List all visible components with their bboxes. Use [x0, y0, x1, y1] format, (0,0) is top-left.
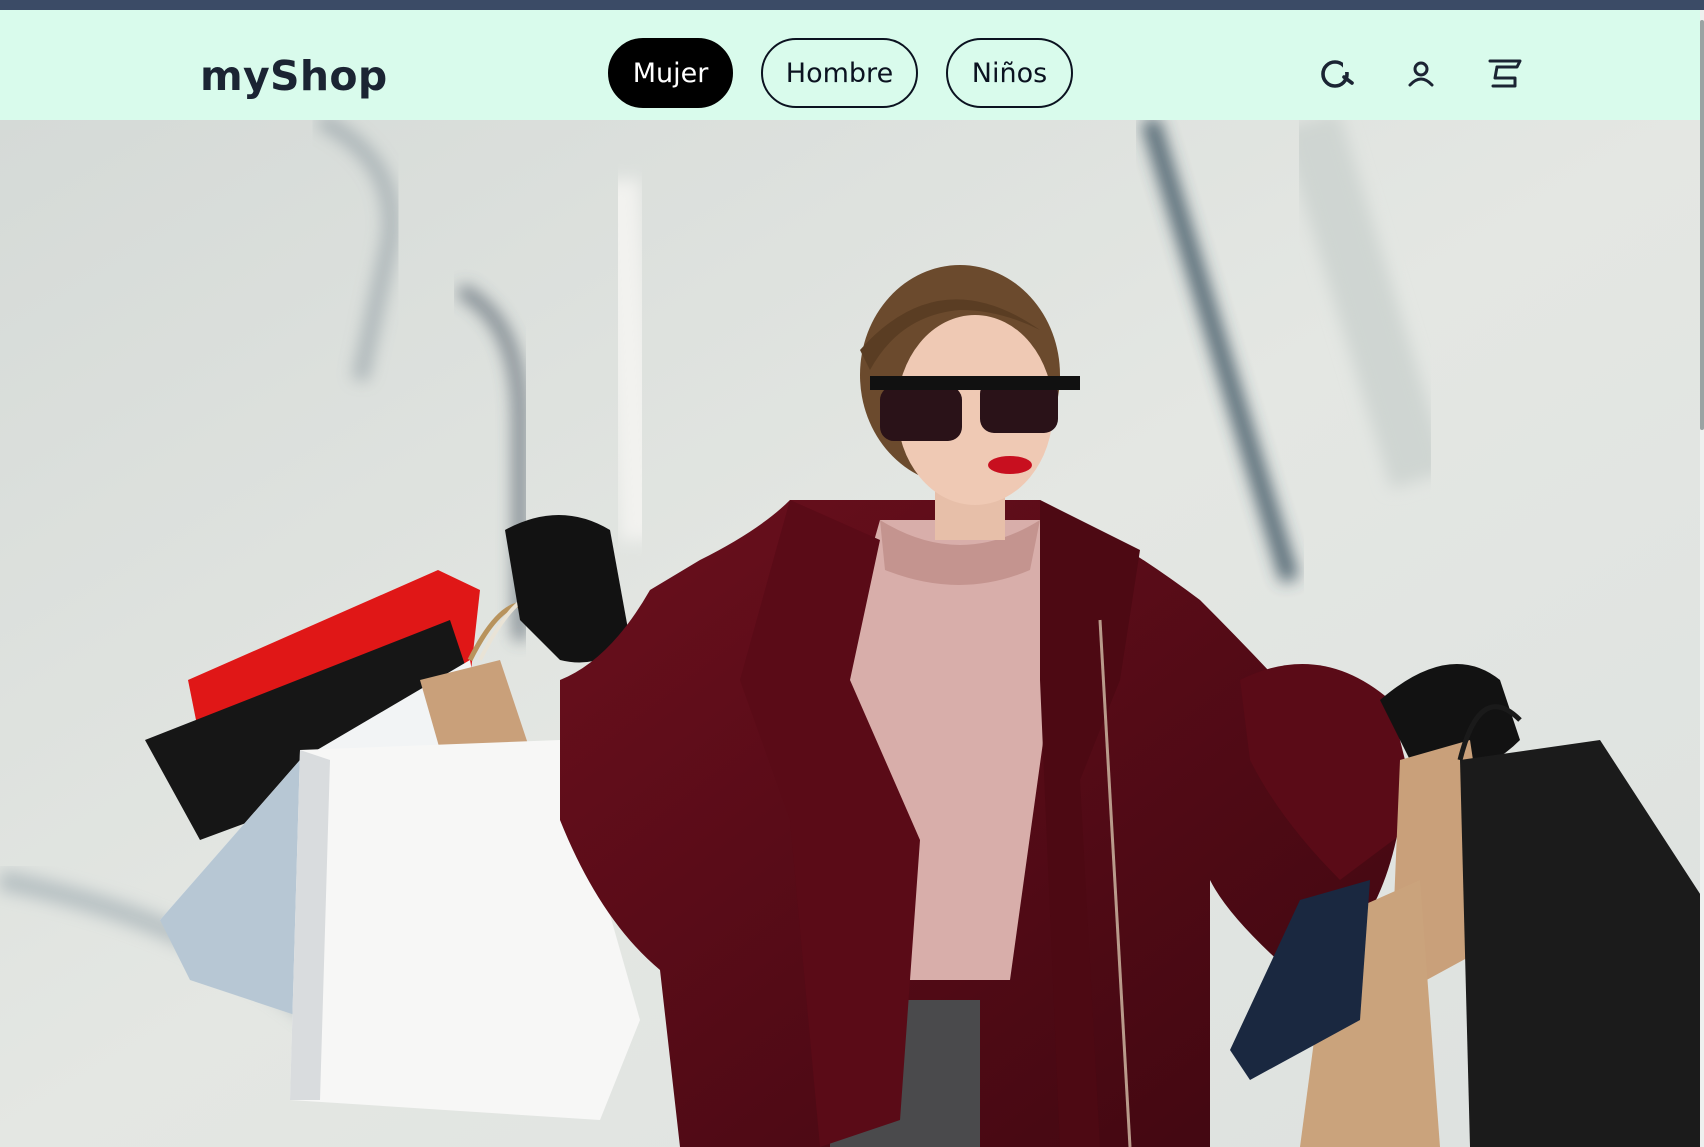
hero-banner-image: [0, 120, 1704, 1147]
header-actions: [1318, 55, 1524, 93]
scrollbar-thumb[interactable]: [1700, 20, 1704, 430]
category-nav: Mujer Hombre Niños: [608, 38, 1073, 108]
nav-mujer-button[interactable]: Mujer: [608, 38, 733, 108]
page: myShop Mujer Hombre Niños: [0, 0, 1704, 1147]
site-header: myShop Mujer Hombre Niños: [0, 10, 1704, 120]
nav-hombre-button[interactable]: Hombre: [761, 38, 918, 108]
browser-top-strip: [0, 0, 1704, 10]
user-icon[interactable]: [1402, 55, 1440, 93]
cart-icon[interactable]: [1486, 55, 1524, 93]
search-icon[interactable]: [1318, 55, 1356, 93]
nav-ninos-button[interactable]: Niños: [946, 38, 1073, 108]
brand-logo[interactable]: myShop: [200, 52, 387, 100]
hero-illustration: [0, 120, 1704, 1147]
